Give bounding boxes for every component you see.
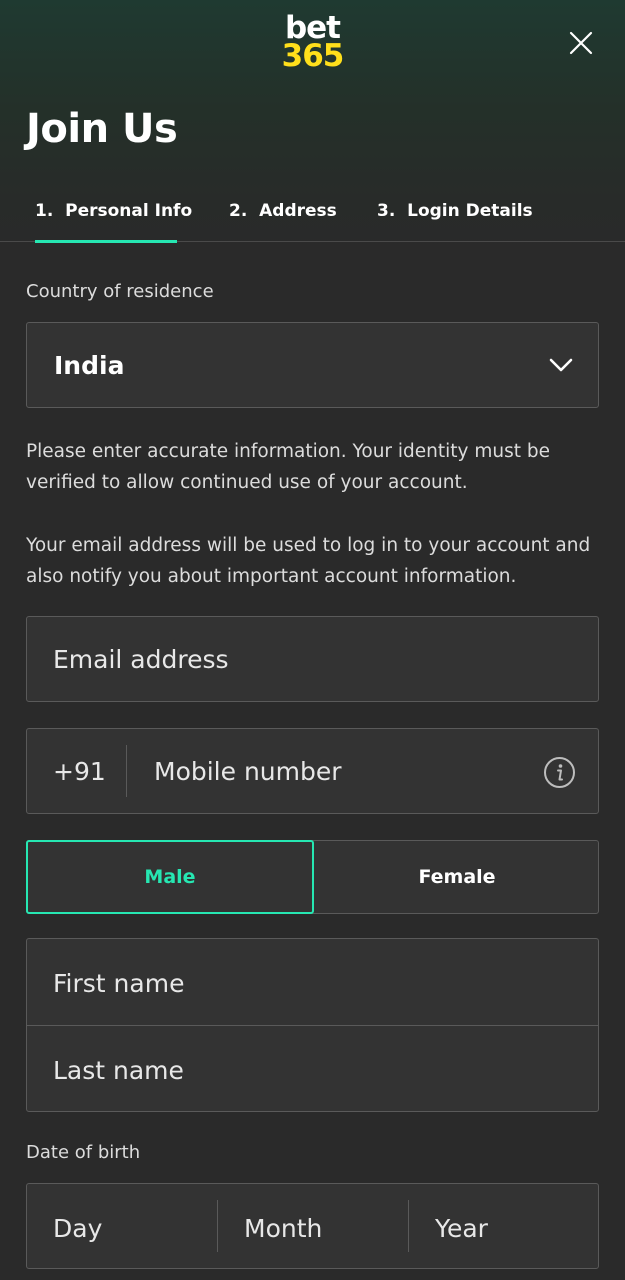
- tab-login-details[interactable]: 3. Login Details: [377, 196, 533, 242]
- step-tabs: 1. Personal Info 2. Address 3. Login Det…: [0, 196, 625, 243]
- mobile-placeholder: Mobile number: [154, 757, 342, 786]
- tab-personal-info[interactable]: 1. Personal Info: [35, 196, 192, 243]
- email-placeholder: Email address: [53, 645, 229, 674]
- country-label: Country of residence: [26, 281, 214, 302]
- dob-year-placeholder: Year: [435, 1214, 488, 1243]
- email-notice: Your email address will be used to log i…: [26, 535, 591, 587]
- country-select[interactable]: India: [26, 322, 599, 408]
- bet365-logo: bet 365: [0, 13, 625, 74]
- country-code[interactable]: +91: [53, 757, 106, 786]
- close-button[interactable]: [564, 26, 598, 60]
- date-of-birth-fields: Day Month Year: [26, 1183, 599, 1269]
- page-title: Join Us: [26, 106, 178, 152]
- tab-label: 2. Address: [229, 201, 337, 221]
- first-name-placeholder: First name: [53, 969, 185, 998]
- field-divider: [126, 745, 127, 797]
- first-name-field[interactable]: First name: [27, 939, 598, 1025]
- dob-month-select[interactable]: Month: [218, 1184, 408, 1268]
- name-fields: First name Last name: [26, 938, 599, 1112]
- dob-month-placeholder: Month: [244, 1214, 323, 1243]
- dob-year-select[interactable]: Year: [409, 1184, 598, 1268]
- dob-day-select[interactable]: Day: [27, 1184, 217, 1268]
- dob-label: Date of birth: [26, 1142, 141, 1163]
- mobile-field[interactable]: +91 Mobile number: [26, 728, 599, 814]
- gender-selector: Male Female: [26, 840, 599, 914]
- registration-page: bet 365 Join Us 1. Personal Info 2. Addr…: [0, 0, 625, 1280]
- country-value: India: [54, 351, 125, 380]
- logo-text-365: 365: [281, 38, 345, 74]
- tab-label: 3. Login Details: [377, 201, 533, 221]
- identity-notice: Please enter accurate information. Your …: [26, 441, 551, 493]
- email-field[interactable]: Email address: [26, 616, 599, 702]
- last-name-placeholder: Last name: [53, 1056, 184, 1085]
- chevron-down-icon: [549, 358, 573, 372]
- tab-address[interactable]: 2. Address: [229, 196, 337, 242]
- info-icon[interactable]: [543, 756, 576, 789]
- gender-male-button[interactable]: Male: [26, 840, 314, 914]
- dob-day-placeholder: Day: [53, 1214, 103, 1243]
- last-name-field[interactable]: Last name: [27, 1026, 598, 1112]
- tab-label: 1. Personal Info: [35, 201, 193, 221]
- close-icon: [569, 31, 593, 55]
- gender-female-button[interactable]: Female: [314, 841, 600, 913]
